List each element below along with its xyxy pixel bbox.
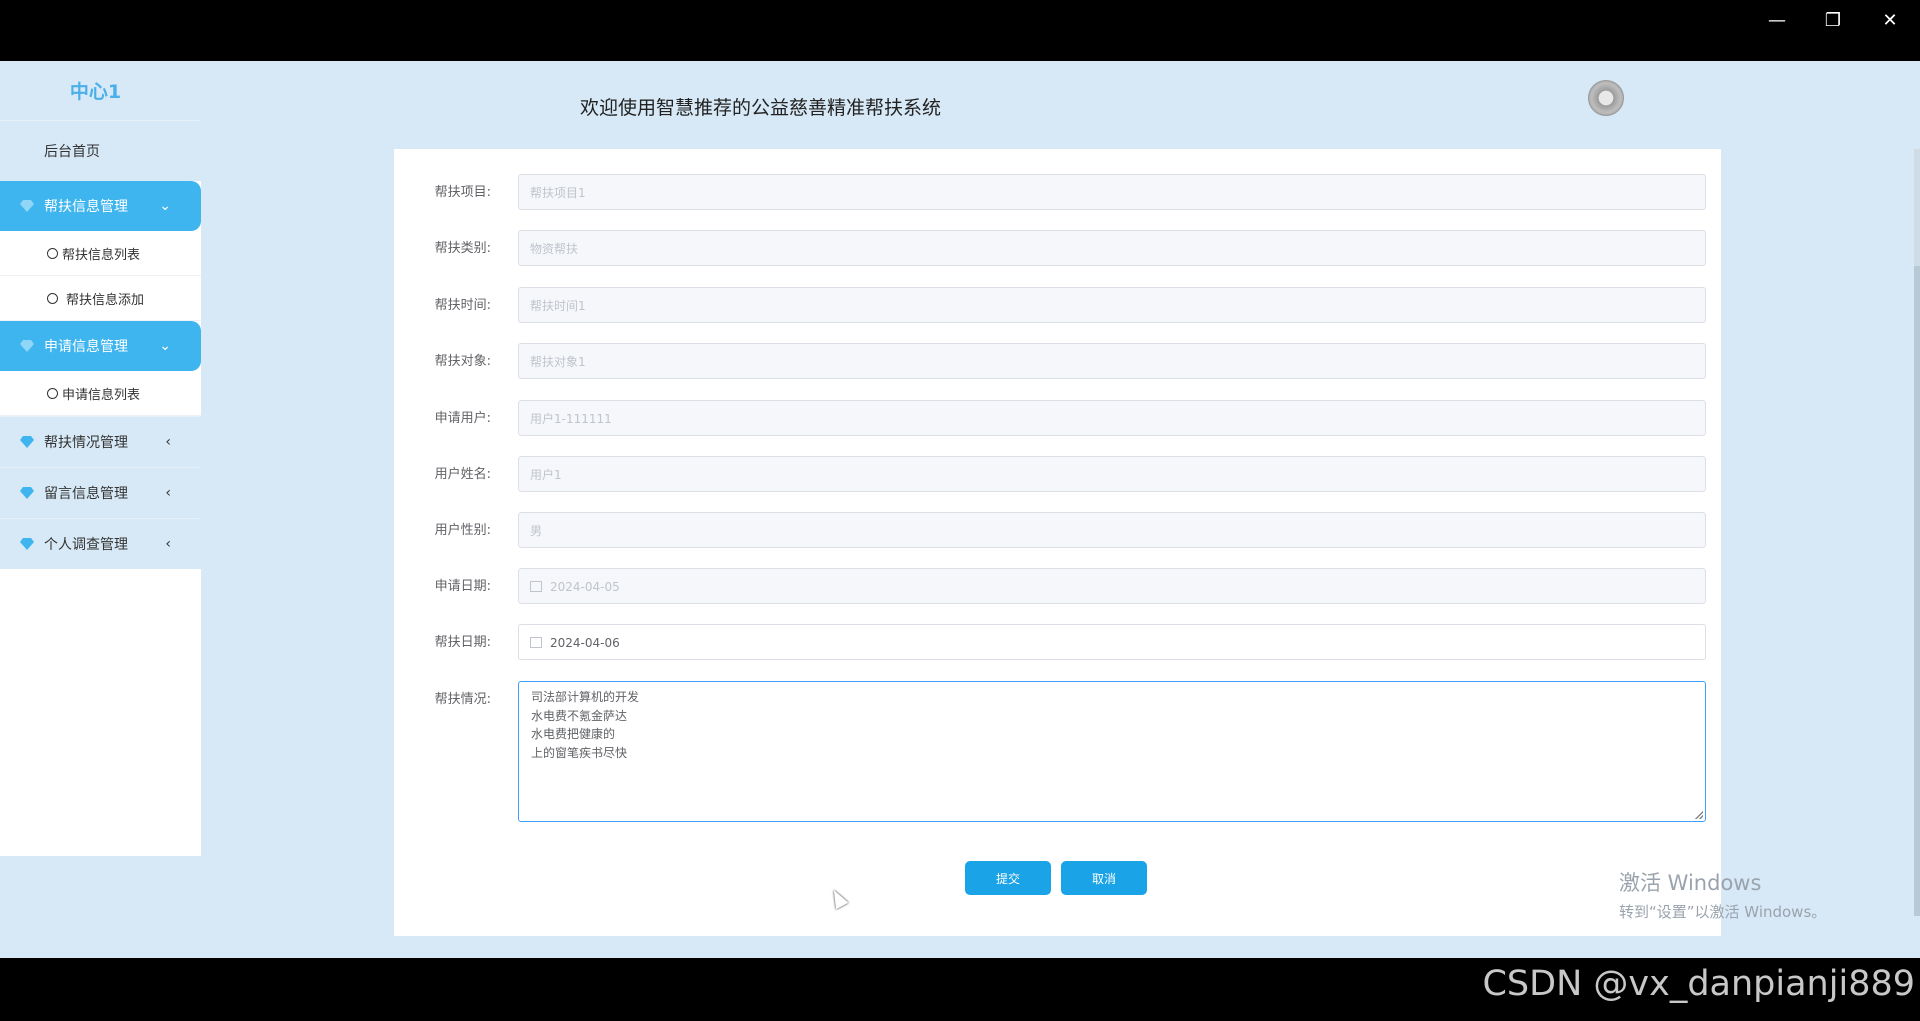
category-field: 物资帮扶: [518, 230, 1706, 266]
csdn-watermark: CSDN @vx_danpianji889: [1482, 964, 1915, 1004]
situation-textarea[interactable]: 司法部计算机的开发 水电费不氪金萨达 水电费把健康的 上的窗笔疾书尽快: [518, 681, 1706, 822]
situation-line: 水电费把健康的: [531, 727, 616, 741]
form-row-apply-date: 申请日期: 2024-04-05: [394, 568, 1721, 606]
sidebar-item-aid-list[interactable]: 帮扶信息列表: [0, 231, 201, 276]
field-label: 帮扶情况:: [434, 692, 491, 707]
check-circle-icon: [47, 292, 58, 304]
target-field: 帮扶对象1: [518, 343, 1706, 379]
project-field: 帮扶项目1: [518, 174, 1706, 210]
aid-date-field[interactable]: 2024-04-06: [518, 624, 1706, 660]
sidebar-group-label: 留言信息管理: [44, 486, 128, 502]
resize-grip-icon[interactable]: [1695, 811, 1703, 819]
chevron-down-icon: ⌄: [159, 338, 171, 354]
activation-subtitle: 转到“设置”以激活 Windows。: [1619, 903, 1827, 921]
sidebar-item-home[interactable]: 后台首页: [0, 120, 201, 181]
chevron-left-icon: ‹: [165, 485, 171, 501]
windows-activation-watermark: 激活 Windows 转到“设置”以激活 Windows。: [1619, 867, 1826, 922]
field-label: 申请用户:: [434, 411, 491, 426]
gem-icon: [20, 200, 34, 212]
close-icon[interactable]: ✕: [1862, 0, 1918, 40]
sidebar-group-aid-status[interactable]: 帮扶情况管理 ‹: [0, 416, 201, 467]
check-circle-icon: [47, 387, 58, 399]
sidebar-group-label: 帮扶情况管理: [44, 435, 128, 451]
situation-line: 水电费不氪金萨达: [531, 708, 628, 723]
activation-title: 激活 Windows: [1619, 871, 1762, 895]
form-row-category: 帮扶类别: 物资帮扶: [394, 230, 1721, 268]
check-circle-icon: [47, 247, 58, 259]
gem-icon: [20, 436, 34, 448]
chevron-left-icon: ‹: [165, 536, 171, 552]
field-label: 帮扶类别:: [434, 241, 491, 256]
sidebar-group-label: 帮扶信息管理: [44, 199, 128, 215]
chevron-left-icon: ‹: [165, 434, 171, 450]
sidebar-item-label: 帮扶信息列表: [62, 247, 141, 263]
sidebar-item-label: 申请信息列表: [62, 387, 141, 403]
window-titlebar: — ❐ ✕: [0, 0, 1920, 61]
applicant-field: 用户1-111111: [518, 400, 1706, 436]
restore-icon[interactable]: ❐: [1805, 0, 1861, 40]
field-label: 帮扶项目:: [434, 185, 491, 200]
calendar-icon: [530, 581, 542, 592]
field-label: 帮扶日期:: [434, 635, 491, 650]
field-label: 用户姓名:: [434, 467, 491, 482]
sidebar-item-aid-add[interactable]: 帮扶信息添加: [0, 276, 201, 321]
form-row-applicant: 申请用户: 用户1-111111: [394, 400, 1721, 438]
form-row-gender: 用户性别: 男: [394, 512, 1721, 550]
aid-date-value: 2024-04-06: [550, 636, 620, 650]
field-label: 帮扶对象:: [434, 354, 491, 369]
field-label: 申请日期:: [434, 579, 491, 594]
situation-line: 司法部计算机的开发: [531, 690, 640, 704]
form-actions: 提交 取消: [394, 861, 1721, 895]
field-label: 帮扶时间:: [434, 298, 491, 313]
sidebar-group-label: 个人调查管理: [44, 537, 128, 553]
sidebar-group-aid-info[interactable]: 帮扶信息管理 ⌄: [0, 181, 201, 231]
form-row-aid-date: 帮扶日期: 2024-04-06: [394, 624, 1721, 662]
sidebar-group-messages[interactable]: 留言信息管理 ‹: [0, 467, 201, 518]
gem-icon: [20, 538, 34, 550]
cancel-button[interactable]: 取消: [1061, 861, 1147, 895]
scrollbar-thumb[interactable]: [1914, 266, 1920, 916]
form-row-username: 用户姓名: 用户1: [394, 456, 1721, 494]
field-label: 用户性别:: [434, 523, 491, 538]
time-field: 帮扶时间1: [518, 287, 1706, 323]
sidebar-item-label: 帮扶信息添加: [66, 292, 145, 308]
chevron-down-icon: ⌄: [159, 198, 171, 214]
avatar[interactable]: [1588, 80, 1624, 116]
apply-date-value: 2024-04-05: [550, 580, 620, 594]
submit-button[interactable]: 提交: [965, 861, 1051, 895]
situation-line: 上的窗笔疾书尽快: [531, 745, 628, 760]
sidebar-group-label: 申请信息管理: [44, 339, 128, 355]
calendar-icon: [530, 637, 542, 648]
gender-field: 男: [518, 512, 1706, 548]
apply-date-field: 2024-04-05: [518, 568, 1706, 604]
gem-icon: [20, 487, 34, 499]
form-row-situation: 帮扶情况: 司法部计算机的开发 水电费不氪金萨达 水电费把健康的 上的窗笔疾书尽…: [394, 681, 1721, 822]
sidebar-group-application-info[interactable]: 申请信息管理 ⌄: [0, 321, 201, 371]
form-row-target: 帮扶对象: 帮扶对象1: [394, 343, 1721, 381]
sidebar-item-application-list[interactable]: 申请信息列表: [0, 371, 201, 416]
brand-title: 中心1: [0, 61, 201, 120]
gem-icon: [20, 340, 34, 352]
username-field: 用户1: [518, 456, 1706, 492]
sidebar-group-survey[interactable]: 个人调查管理 ‹: [0, 518, 201, 569]
app-window: 中心1 后台首页 帮扶信息管理 ⌄ 帮扶信息列表 帮扶信息添加 申请信息管理 ⌄…: [0, 61, 1920, 958]
sidebar: 中心1 后台首页 帮扶信息管理 ⌄ 帮扶信息列表 帮扶信息添加 申请信息管理 ⌄…: [0, 61, 201, 856]
page-title: 欢迎使用智慧推荐的公益慈善精准帮扶系统: [580, 97, 942, 119]
form-card: 帮扶项目: 帮扶项目1 帮扶类别: 物资帮扶 帮扶时间: 帮扶时间1 帮扶对象:…: [394, 149, 1721, 936]
form-row-time: 帮扶时间: 帮扶时间1: [394, 287, 1721, 325]
form-row-project: 帮扶项目: 帮扶项目1: [394, 174, 1721, 212]
minimize-icon[interactable]: —: [1749, 0, 1805, 40]
